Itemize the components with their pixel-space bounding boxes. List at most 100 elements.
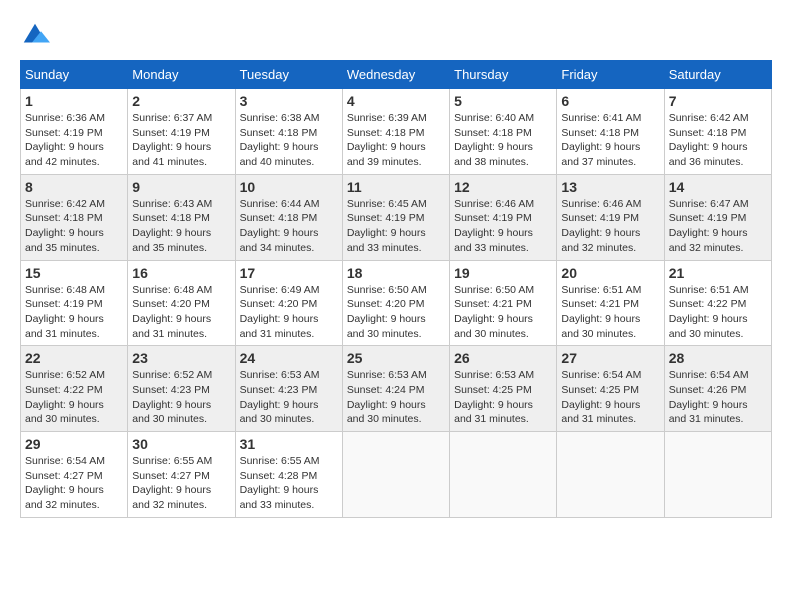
calendar-cell: 22 Sunrise: 6:52 AM Sunset: 4:22 PM Dayl… [21, 346, 128, 432]
day-info: Sunrise: 6:37 AM Sunset: 4:19 PM Dayligh… [132, 111, 230, 170]
day-info: Sunrise: 6:52 AM Sunset: 4:23 PM Dayligh… [132, 368, 230, 427]
calendar-cell: 11 Sunrise: 6:45 AM Sunset: 4:19 PM Dayl… [342, 174, 449, 260]
day-info: Sunrise: 6:50 AM Sunset: 4:20 PM Dayligh… [347, 283, 445, 342]
logo [20, 20, 54, 50]
header-wednesday: Wednesday [342, 61, 449, 89]
calendar-cell: 9 Sunrise: 6:43 AM Sunset: 4:18 PM Dayli… [128, 174, 235, 260]
calendar-cell [450, 432, 557, 518]
calendar-cell [664, 432, 771, 518]
calendar-cell: 30 Sunrise: 6:55 AM Sunset: 4:27 PM Dayl… [128, 432, 235, 518]
calendar-header-row: SundayMondayTuesdayWednesdayThursdayFrid… [21, 61, 772, 89]
day-info: Sunrise: 6:54 AM Sunset: 4:27 PM Dayligh… [25, 454, 123, 513]
day-info: Sunrise: 6:53 AM Sunset: 4:25 PM Dayligh… [454, 368, 552, 427]
day-number: 28 [669, 350, 767, 366]
calendar-cell: 17 Sunrise: 6:49 AM Sunset: 4:20 PM Dayl… [235, 260, 342, 346]
day-number: 18 [347, 265, 445, 281]
day-number: 5 [454, 93, 552, 109]
header-monday: Monday [128, 61, 235, 89]
calendar-week-5: 29 Sunrise: 6:54 AM Sunset: 4:27 PM Dayl… [21, 432, 772, 518]
calendar-cell: 24 Sunrise: 6:53 AM Sunset: 4:23 PM Dayl… [235, 346, 342, 432]
day-info: Sunrise: 6:43 AM Sunset: 4:18 PM Dayligh… [132, 197, 230, 256]
calendar-cell: 15 Sunrise: 6:48 AM Sunset: 4:19 PM Dayl… [21, 260, 128, 346]
calendar-cell [557, 432, 664, 518]
calendar-cell: 29 Sunrise: 6:54 AM Sunset: 4:27 PM Dayl… [21, 432, 128, 518]
day-number: 26 [454, 350, 552, 366]
day-info: Sunrise: 6:51 AM Sunset: 4:22 PM Dayligh… [669, 283, 767, 342]
day-info: Sunrise: 6:53 AM Sunset: 4:24 PM Dayligh… [347, 368, 445, 427]
day-number: 29 [25, 436, 123, 452]
day-number: 24 [240, 350, 338, 366]
day-info: Sunrise: 6:45 AM Sunset: 4:19 PM Dayligh… [347, 197, 445, 256]
calendar-week-2: 8 Sunrise: 6:42 AM Sunset: 4:18 PM Dayli… [21, 174, 772, 260]
calendar-week-3: 15 Sunrise: 6:48 AM Sunset: 4:19 PM Dayl… [21, 260, 772, 346]
page-header [20, 20, 772, 50]
day-info: Sunrise: 6:50 AM Sunset: 4:21 PM Dayligh… [454, 283, 552, 342]
header-tuesday: Tuesday [235, 61, 342, 89]
day-number: 27 [561, 350, 659, 366]
calendar-cell: 16 Sunrise: 6:48 AM Sunset: 4:20 PM Dayl… [128, 260, 235, 346]
calendar-cell: 27 Sunrise: 6:54 AM Sunset: 4:25 PM Dayl… [557, 346, 664, 432]
day-number: 6 [561, 93, 659, 109]
calendar-cell: 19 Sunrise: 6:50 AM Sunset: 4:21 PM Dayl… [450, 260, 557, 346]
day-info: Sunrise: 6:48 AM Sunset: 4:19 PM Dayligh… [25, 283, 123, 342]
calendar: SundayMondayTuesdayWednesdayThursdayFrid… [20, 60, 772, 518]
day-number: 23 [132, 350, 230, 366]
day-number: 3 [240, 93, 338, 109]
day-number: 30 [132, 436, 230, 452]
calendar-cell: 6 Sunrise: 6:41 AM Sunset: 4:18 PM Dayli… [557, 89, 664, 175]
calendar-cell: 31 Sunrise: 6:55 AM Sunset: 4:28 PM Dayl… [235, 432, 342, 518]
day-info: Sunrise: 6:42 AM Sunset: 4:18 PM Dayligh… [25, 197, 123, 256]
day-info: Sunrise: 6:55 AM Sunset: 4:27 PM Dayligh… [132, 454, 230, 513]
logo-icon [20, 20, 50, 50]
day-info: Sunrise: 6:52 AM Sunset: 4:22 PM Dayligh… [25, 368, 123, 427]
calendar-cell: 20 Sunrise: 6:51 AM Sunset: 4:21 PM Dayl… [557, 260, 664, 346]
day-info: Sunrise: 6:41 AM Sunset: 4:18 PM Dayligh… [561, 111, 659, 170]
day-info: Sunrise: 6:54 AM Sunset: 4:26 PM Dayligh… [669, 368, 767, 427]
day-number: 4 [347, 93, 445, 109]
day-number: 1 [25, 93, 123, 109]
calendar-cell: 14 Sunrise: 6:47 AM Sunset: 4:19 PM Dayl… [664, 174, 771, 260]
day-info: Sunrise: 6:42 AM Sunset: 4:18 PM Dayligh… [669, 111, 767, 170]
calendar-cell: 12 Sunrise: 6:46 AM Sunset: 4:19 PM Dayl… [450, 174, 557, 260]
calendar-cell: 13 Sunrise: 6:46 AM Sunset: 4:19 PM Dayl… [557, 174, 664, 260]
calendar-cell: 25 Sunrise: 6:53 AM Sunset: 4:24 PM Dayl… [342, 346, 449, 432]
header-sunday: Sunday [21, 61, 128, 89]
calendar-cell: 2 Sunrise: 6:37 AM Sunset: 4:19 PM Dayli… [128, 89, 235, 175]
calendar-cell: 21 Sunrise: 6:51 AM Sunset: 4:22 PM Dayl… [664, 260, 771, 346]
day-number: 16 [132, 265, 230, 281]
day-info: Sunrise: 6:55 AM Sunset: 4:28 PM Dayligh… [240, 454, 338, 513]
day-info: Sunrise: 6:53 AM Sunset: 4:23 PM Dayligh… [240, 368, 338, 427]
day-info: Sunrise: 6:38 AM Sunset: 4:18 PM Dayligh… [240, 111, 338, 170]
calendar-cell: 4 Sunrise: 6:39 AM Sunset: 4:18 PM Dayli… [342, 89, 449, 175]
day-number: 14 [669, 179, 767, 195]
calendar-week-4: 22 Sunrise: 6:52 AM Sunset: 4:22 PM Dayl… [21, 346, 772, 432]
header-thursday: Thursday [450, 61, 557, 89]
day-info: Sunrise: 6:39 AM Sunset: 4:18 PM Dayligh… [347, 111, 445, 170]
header-friday: Friday [557, 61, 664, 89]
calendar-cell: 18 Sunrise: 6:50 AM Sunset: 4:20 PM Dayl… [342, 260, 449, 346]
day-number: 19 [454, 265, 552, 281]
day-info: Sunrise: 6:47 AM Sunset: 4:19 PM Dayligh… [669, 197, 767, 256]
day-number: 8 [25, 179, 123, 195]
day-number: 12 [454, 179, 552, 195]
day-number: 31 [240, 436, 338, 452]
calendar-cell: 5 Sunrise: 6:40 AM Sunset: 4:18 PM Dayli… [450, 89, 557, 175]
day-number: 11 [347, 179, 445, 195]
day-info: Sunrise: 6:40 AM Sunset: 4:18 PM Dayligh… [454, 111, 552, 170]
header-saturday: Saturday [664, 61, 771, 89]
calendar-week-1: 1 Sunrise: 6:36 AM Sunset: 4:19 PM Dayli… [21, 89, 772, 175]
calendar-cell: 1 Sunrise: 6:36 AM Sunset: 4:19 PM Dayli… [21, 89, 128, 175]
day-number: 15 [25, 265, 123, 281]
day-info: Sunrise: 6:48 AM Sunset: 4:20 PM Dayligh… [132, 283, 230, 342]
calendar-cell: 7 Sunrise: 6:42 AM Sunset: 4:18 PM Dayli… [664, 89, 771, 175]
day-number: 9 [132, 179, 230, 195]
calendar-cell: 8 Sunrise: 6:42 AM Sunset: 4:18 PM Dayli… [21, 174, 128, 260]
day-info: Sunrise: 6:54 AM Sunset: 4:25 PM Dayligh… [561, 368, 659, 427]
calendar-cell: 10 Sunrise: 6:44 AM Sunset: 4:18 PM Dayl… [235, 174, 342, 260]
day-number: 17 [240, 265, 338, 281]
day-number: 13 [561, 179, 659, 195]
day-info: Sunrise: 6:46 AM Sunset: 4:19 PM Dayligh… [454, 197, 552, 256]
day-info: Sunrise: 6:36 AM Sunset: 4:19 PM Dayligh… [25, 111, 123, 170]
day-info: Sunrise: 6:44 AM Sunset: 4:18 PM Dayligh… [240, 197, 338, 256]
calendar-cell: 28 Sunrise: 6:54 AM Sunset: 4:26 PM Dayl… [664, 346, 771, 432]
